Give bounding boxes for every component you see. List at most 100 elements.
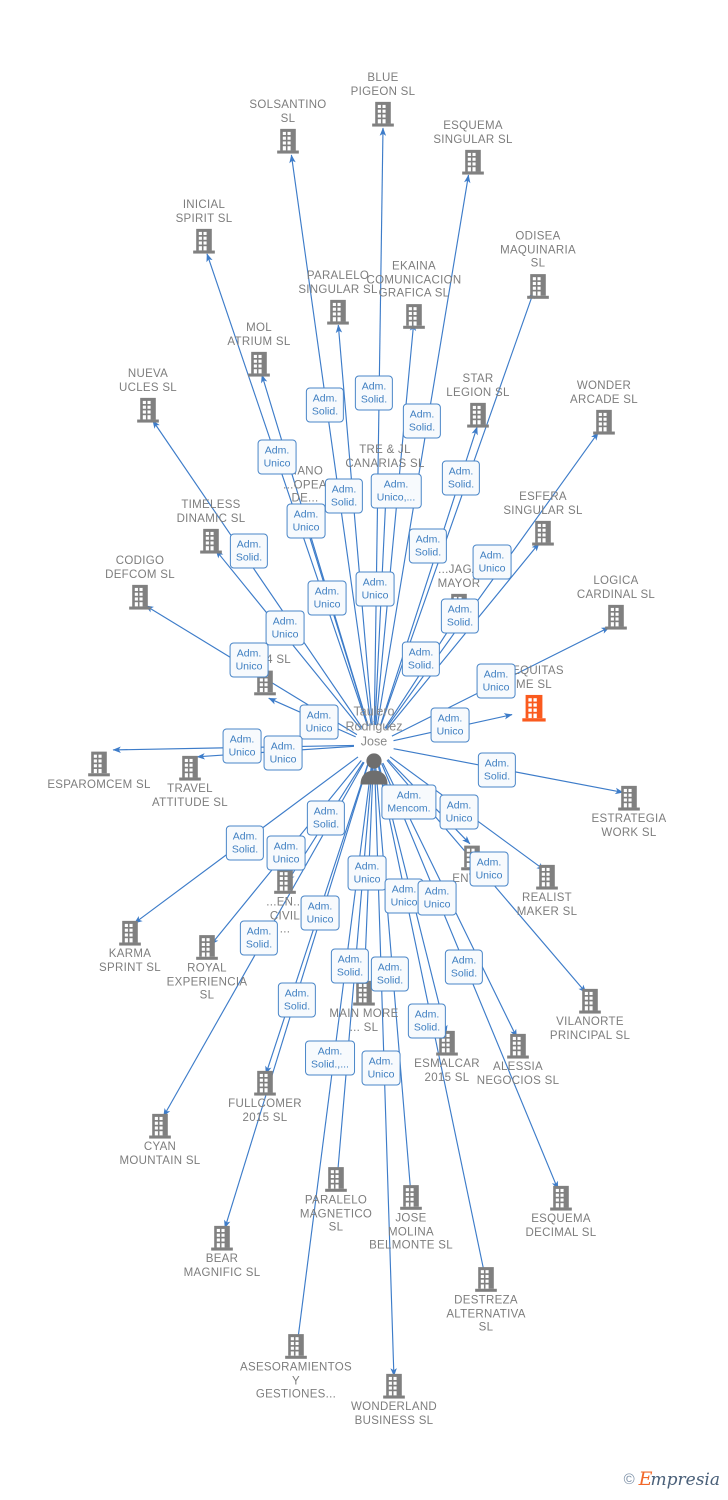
relation-label[interactable]: Adm. Solid. (354, 375, 394, 411)
company-node-jose_molina[interactable]: JOSE MOLINA BELMONTE SL (351, 1183, 471, 1253)
building-icon (129, 584, 151, 610)
building-icon (149, 1113, 171, 1139)
relation-label[interactable]: Adm. Solid. (239, 920, 279, 956)
relation-label[interactable]: Adm. Solid. (408, 528, 448, 564)
building-icon (248, 351, 270, 377)
relation-label[interactable]: Adm. Solid. (229, 533, 269, 569)
relation-label[interactable]: Adm. Unico (222, 728, 262, 764)
relation-label[interactable]: Adm. Unico (469, 851, 509, 887)
company-node-odisea_maquinaria[interactable]: ODISEA MAQUINARIA SL (478, 230, 598, 300)
relation-label[interactable]: Adm. Solid. (441, 460, 481, 496)
building-icon (462, 149, 484, 175)
company-node-nueva_ucles[interactable]: NUEVA UCLES SL (88, 368, 208, 424)
company-node-codigo_defcom[interactable]: CODIGO DEFCOM SL (80, 555, 200, 611)
building-icon (200, 528, 222, 554)
company-node-wonderland[interactable]: WONDERLAND BUSINESS SL (334, 1372, 454, 1428)
building-icon (522, 694, 546, 722)
building-icon (274, 869, 296, 894)
relation-label[interactable]: Adm. Solid.,... (305, 1040, 355, 1076)
relation-label[interactable]: Adm. Unico,... (370, 473, 422, 509)
relation-label[interactable]: Adm. Unico (347, 855, 387, 891)
company-node-alessia[interactable]: ALESSIA NEGOCIOS SL (458, 1032, 578, 1088)
relation-label[interactable]: Adm. Unico (307, 580, 347, 616)
building-icon (372, 101, 394, 127)
building-icon (119, 920, 141, 946)
brand-name: mpresia (650, 1470, 721, 1490)
relation-label[interactable]: Adm. Unico (263, 735, 303, 771)
company-node-label: ESQUEMA SINGULAR SL (433, 120, 513, 146)
relation-label[interactable]: Adm. Unico (439, 794, 479, 830)
building-icon (403, 303, 425, 329)
company-node-esfera_singular[interactable]: ESFERA SINGULAR SL (483, 491, 603, 547)
relation-label[interactable]: Adm. Unico (361, 1050, 401, 1086)
relation-label[interactable]: Adm. Unico (417, 880, 457, 916)
relation-label[interactable]: Adm. Solid. (402, 403, 442, 439)
company-node-label: WONDER ARCADE SL (570, 380, 638, 406)
relation-label[interactable]: Adm. Unico (266, 835, 306, 871)
relation-label[interactable]: Adm. Solid. (306, 800, 346, 836)
relation-label[interactable]: Adm. Unico (472, 544, 512, 580)
relation-label[interactable]: Adm. Unico (265, 610, 305, 646)
building-icon (593, 409, 615, 435)
company-node-label: ROYAL EXPERIENCIA SL (166, 962, 248, 1002)
company-node-label: TRAVEL ATTITUDE SL (152, 783, 228, 809)
relation-label[interactable]: Adm. Solid. (225, 825, 265, 861)
relation-label[interactable]: Adm. Unico (257, 439, 297, 475)
company-node-paralelo_singular[interactable]: PARALELO SINGULAR SL (278, 270, 398, 326)
building-icon (532, 520, 554, 546)
relation-label[interactable]: Adm. Unico (300, 895, 340, 931)
relation-label[interactable]: Adm. Solid. (330, 948, 370, 984)
company-node-label: FULLCOMER 2015 SL (228, 1098, 302, 1124)
watermark: © Empresia (624, 1468, 720, 1490)
company-node-destreza[interactable]: DESTREZA ALTERNATIVA SL (426, 1265, 546, 1335)
relation-label[interactable]: Adm. Solid. (370, 956, 410, 992)
company-node-fullcomer[interactable]: FULLCOMER 2015 SL (205, 1069, 325, 1125)
building-icon (137, 397, 159, 423)
person-icon (360, 753, 388, 785)
relation-label[interactable]: Adm. Solid. (305, 387, 345, 423)
relation-label[interactable]: Adm. Unico (229, 642, 269, 678)
building-icon (618, 785, 640, 811)
company-node-label: BEAR MAGNIFIC SL (183, 1253, 261, 1279)
company-node-solsantino[interactable]: SOLSANTINO SL (228, 99, 348, 155)
company-node-label: TIMELESS DINAMIC SL (176, 499, 246, 525)
company-node-esquema_decimal[interactable]: ESQUEMA DECIMAL SL (501, 1184, 621, 1240)
building-icon (579, 988, 601, 1014)
building-icon (536, 864, 558, 890)
company-node-label: DESTREZA ALTERNATIVA SL (446, 1294, 526, 1334)
building-icon (285, 1334, 307, 1359)
company-node-cyan_mountain[interactable]: CYAN MOUNTAIN SL (100, 1112, 220, 1168)
company-node-label: ESTRATEGIA WORK SL (591, 813, 667, 839)
company-node-estrategia_work[interactable]: ESTRATEGIA WORK SL (569, 784, 689, 840)
relation-label[interactable]: Adm. Mencom. (381, 784, 437, 820)
company-node-label: NUEVA UCLES SL (118, 368, 177, 394)
company-node-inicial_spirit[interactable]: INICIAL SPIRIT SL (144, 199, 264, 255)
relation-label[interactable]: Adm. Solid. (477, 752, 517, 788)
company-node-esquema_singular[interactable]: ESQUEMA SINGULAR SL (413, 120, 533, 176)
building-icon (400, 1185, 422, 1210)
relation-label[interactable]: Adm. Solid. (277, 982, 317, 1018)
relation-label[interactable]: Adm. Solid. (444, 949, 484, 985)
building-icon (507, 1033, 529, 1059)
company-node-mol_atrium[interactable]: MOL ATRIUM SL (199, 322, 319, 378)
relation-label[interactable]: Adm. Solid. (407, 1003, 447, 1039)
company-node-bear_magnific[interactable]: BEAR MAGNIFIC SL (162, 1224, 282, 1280)
company-node-label: SOLSANTINO SL (249, 99, 327, 125)
relation-label[interactable]: Adm. Solid. (440, 598, 480, 634)
building-icon (193, 228, 215, 254)
building-icon (605, 604, 627, 630)
company-node-label: BLUE PIGEON SL (350, 72, 416, 98)
center-person-node[interactable]: Taulero Rodriguez Jose (309, 705, 439, 786)
company-node-logica_cardinal[interactable]: LOGICA CARDINAL SL (556, 575, 676, 631)
company-node-label: WONDERLAND BUSINESS SL (350, 1401, 438, 1427)
relation-label[interactable]: Adm. Unico (286, 503, 326, 539)
building-icon (196, 935, 218, 960)
building-icon (211, 1225, 233, 1251)
company-node-wonder_arcade[interactable]: WONDER ARCADE SL (544, 380, 664, 436)
building-icon (254, 1070, 276, 1096)
relation-label[interactable]: Adm. Solid. (401, 641, 441, 677)
relation-label[interactable]: Adm. Solid. (324, 478, 364, 514)
relation-label[interactable]: Adm. Unico (476, 663, 516, 699)
company-node-label: ALESSIA NEGOCIOS SL (476, 1061, 560, 1087)
relation-label[interactable]: Adm. Unico (355, 571, 395, 607)
